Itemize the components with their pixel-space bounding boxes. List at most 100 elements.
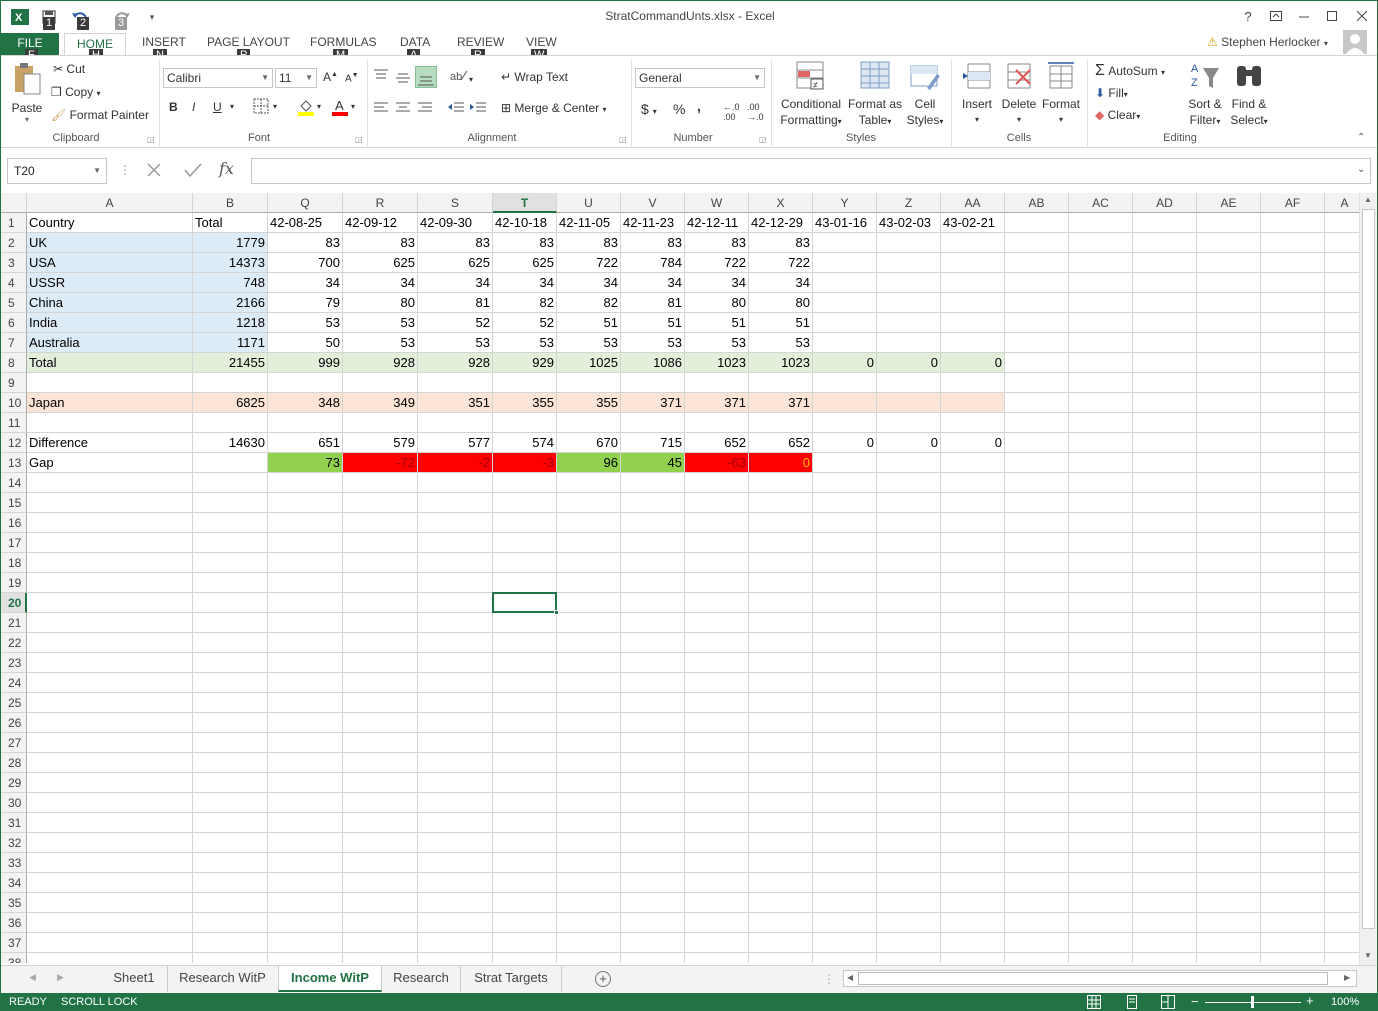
grid-cell[interactable] — [1005, 833, 1069, 853]
dialog-launcher-icon[interactable]: ◲ — [147, 135, 155, 144]
scroll-right-icon[interactable]: ▶ — [1344, 973, 1350, 982]
grid-cell[interactable] — [268, 613, 343, 633]
grid-cell[interactable] — [27, 613, 193, 633]
grid-cell[interactable] — [268, 653, 343, 673]
sheet-tab-research-witp[interactable]: Research WitP — [167, 966, 277, 992]
grid-cell[interactable] — [877, 693, 941, 713]
grid-cell[interactable] — [1133, 353, 1197, 373]
row-header[interactable]: 9 — [1, 373, 27, 393]
sort-filter-button[interactable]: AZ Sort & Filter▾ — [1185, 60, 1225, 130]
help-button[interactable]: ? — [1235, 5, 1261, 27]
tab-page-layout[interactable]: PAGE LAYOUT — [207, 35, 290, 49]
header-cell[interactable]: 42-08-25 — [268, 213, 343, 233]
grid-cell[interactable]: 355 — [557, 393, 621, 413]
grid-cell[interactable] — [813, 593, 877, 613]
grid-cell[interactable] — [685, 573, 749, 593]
grid-cell[interactable] — [1133, 633, 1197, 653]
grid-cell[interactable] — [685, 413, 749, 433]
grid-cell[interactable] — [1325, 913, 1359, 933]
grid-cell[interactable] — [621, 493, 685, 513]
grid-cell[interactable] — [941, 913, 1005, 933]
grid-cell[interactable] — [1261, 533, 1325, 553]
grid-cell[interactable] — [813, 673, 877, 693]
grid-cell[interactable]: 722 — [685, 253, 749, 273]
grid-cell[interactable]: 83 — [418, 233, 493, 253]
grid-cell[interactable] — [268, 473, 343, 493]
grid-cell[interactable] — [941, 373, 1005, 393]
grid-cell[interactable] — [1325, 413, 1359, 433]
scroll-left-icon[interactable]: ◀ — [847, 973, 853, 982]
gap-cell[interactable]: -63 — [685, 453, 749, 473]
grid-cell[interactable] — [1133, 493, 1197, 513]
grid-cell[interactable]: 83 — [343, 233, 418, 253]
grid-cell[interactable]: 51 — [557, 313, 621, 333]
grid-cell[interactable] — [1197, 413, 1261, 433]
grid-cell[interactable] — [1261, 813, 1325, 833]
grid-cell[interactable] — [1069, 633, 1133, 653]
gap-cell[interactable]: 96 — [557, 453, 621, 473]
grid-cell[interactable] — [1261, 453, 1325, 473]
grid-cell[interactable] — [1133, 853, 1197, 873]
grid-cell[interactable] — [813, 493, 877, 513]
grid-cell[interactable] — [557, 633, 621, 653]
grid-cell[interactable] — [493, 733, 557, 753]
grid-cell[interactable] — [1133, 273, 1197, 293]
grid-cell[interactable] — [268, 833, 343, 853]
row-header[interactable]: 6 — [1, 313, 27, 333]
grid-cell[interactable] — [1133, 593, 1197, 613]
grid-cell[interactable] — [1261, 293, 1325, 313]
grid-cell[interactable] — [877, 553, 941, 573]
grid-cell[interactable] — [1325, 213, 1359, 233]
grid-cell[interactable] — [749, 413, 813, 433]
row-header[interactable]: 28 — [1, 753, 27, 773]
grid-cell[interactable] — [877, 413, 941, 433]
grid-cell[interactable] — [557, 953, 621, 963]
grid-cell[interactable] — [1005, 853, 1069, 873]
grid-cell[interactable] — [685, 493, 749, 513]
grid-cell[interactable]: 0 — [813, 433, 877, 453]
grid-cell[interactable] — [493, 533, 557, 553]
row-header[interactable]: 37 — [1, 933, 27, 953]
grid-cell[interactable] — [749, 813, 813, 833]
grid-cell[interactable] — [685, 853, 749, 873]
row-header[interactable]: 1 — [1, 213, 27, 233]
paste-button[interactable]: Paste ▾ — [9, 62, 45, 124]
scroll-tabs-right-icon[interactable]: ▶ — [57, 972, 64, 983]
grid-cell[interactable] — [1325, 693, 1359, 713]
grid-cell[interactable] — [493, 673, 557, 693]
chevron-down-icon[interactable]: ▾ — [351, 102, 355, 111]
grid-cell[interactable] — [1325, 353, 1359, 373]
grid-cell[interactable] — [1005, 773, 1069, 793]
grid-cell[interactable] — [1261, 393, 1325, 413]
grid-cell[interactable] — [418, 853, 493, 873]
grid-cell[interactable] — [621, 573, 685, 593]
grid-cell[interactable] — [1005, 933, 1069, 953]
grid-cell[interactable] — [1197, 453, 1261, 473]
grid-cell[interactable] — [193, 373, 268, 393]
increase-decimal-icon[interactable]: ←.0.00 — [723, 102, 740, 122]
grid-cell[interactable]: 625 — [493, 253, 557, 273]
grid-cell[interactable] — [621, 553, 685, 573]
grid-cell[interactable] — [1005, 653, 1069, 673]
grid-cell[interactable]: 928 — [418, 353, 493, 373]
grid-cell[interactable] — [193, 553, 268, 573]
grid-cell[interactable] — [749, 833, 813, 853]
grid-cell[interactable]: Total — [27, 353, 193, 373]
grid-cell[interactable] — [493, 893, 557, 913]
grid-cell[interactable] — [1133, 333, 1197, 353]
grid-cell[interactable] — [418, 893, 493, 913]
grid-cell[interactable] — [1005, 453, 1069, 473]
grid-cell[interactable] — [1069, 333, 1133, 353]
grid-cell[interactable] — [1261, 773, 1325, 793]
grid-cell[interactable] — [343, 793, 418, 813]
grid-cell[interactable] — [1005, 473, 1069, 493]
grid-cell[interactable] — [1197, 793, 1261, 813]
grid-cell[interactable] — [268, 633, 343, 653]
grid-cell[interactable] — [1261, 913, 1325, 933]
grid-cell[interactable] — [1197, 913, 1261, 933]
grid-cell[interactable] — [493, 653, 557, 673]
page-break-view-icon[interactable] — [1161, 995, 1175, 1010]
grid-cell[interactable] — [557, 753, 621, 773]
grid-cell[interactable] — [418, 953, 493, 963]
grid-cell[interactable]: 0 — [877, 433, 941, 453]
